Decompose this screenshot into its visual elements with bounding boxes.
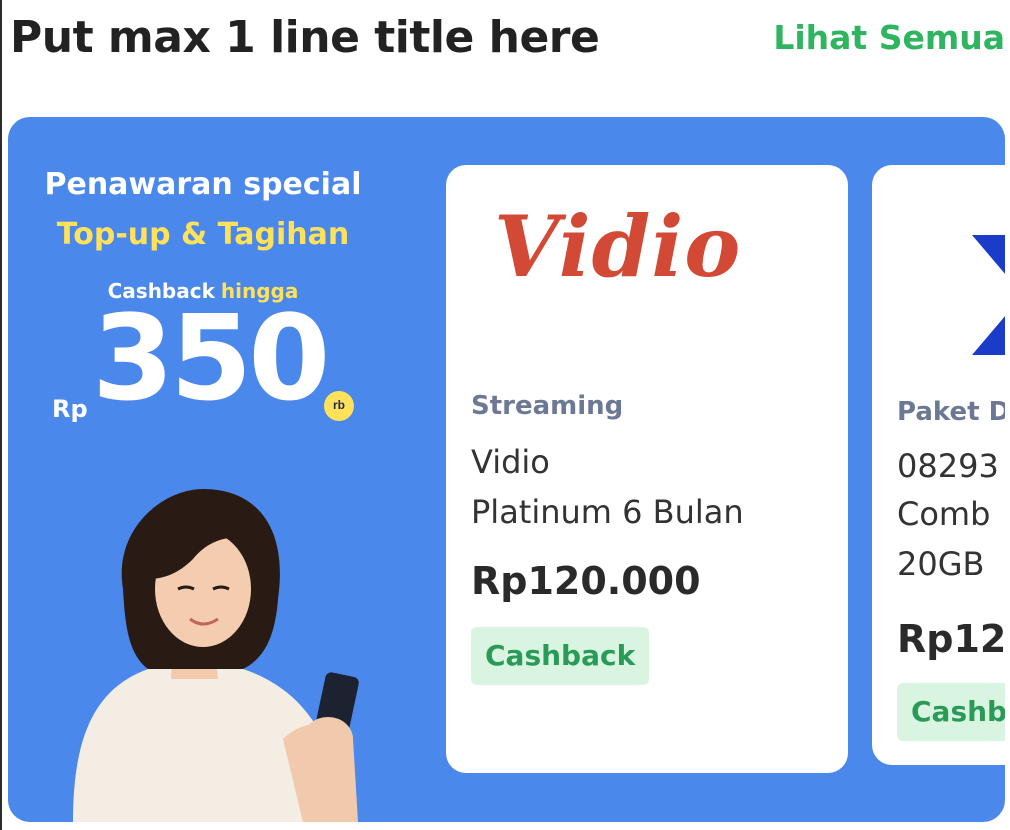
product-title-line3: 20GB bbox=[897, 545, 985, 583]
currency-prefix: Rp bbox=[52, 395, 88, 423]
product-price: Rp12 bbox=[897, 617, 1005, 661]
amount-value: 350 bbox=[92, 289, 330, 427]
product-card-vidio[interactable]: Vidio Streaming Vidio Platinum 6 Bulan R… bbox=[446, 165, 848, 773]
product-category: Streaming bbox=[471, 391, 624, 421]
product-category: Paket D bbox=[897, 397, 1005, 427]
section-title: Put max 1 line title here bbox=[10, 12, 600, 63]
see-all-link[interactable]: Lihat Semua bbox=[773, 18, 1005, 57]
provider-logo-icon bbox=[972, 235, 1005, 355]
cashback-tag: Cashb bbox=[897, 683, 1005, 741]
product-card-partial[interactable]: Paket D 08293 Comb 20GB Rp12 Cashb bbox=[872, 165, 1005, 765]
woman-with-phone-image bbox=[73, 489, 359, 822]
section-header: Put max 1 line title here Lihat Semua bbox=[10, 8, 1005, 78]
product-title-line2: Platinum 6 Bulan bbox=[471, 493, 744, 531]
product-title-line2: Comb bbox=[897, 495, 991, 533]
product-title-line1: Vidio bbox=[471, 443, 550, 481]
vidio-logo: Vidio bbox=[494, 197, 742, 296]
product-title-line1: 08293 bbox=[897, 447, 999, 485]
product-price: Rp120.000 bbox=[471, 559, 701, 603]
promo-heading: Penawaran special bbox=[44, 167, 362, 202]
cashback-tag: Cashback bbox=[471, 627, 650, 685]
left-frame-border bbox=[0, 0, 2, 830]
unit-badge: rb bbox=[324, 391, 354, 421]
promo-banner[interactable]: Penawaran special Top-up & Tagihan Cashb… bbox=[8, 117, 1005, 822]
promo-subheading: Top-up & Tagihan bbox=[56, 217, 350, 252]
cashback-amount: Rp 350 rb bbox=[52, 299, 372, 433]
